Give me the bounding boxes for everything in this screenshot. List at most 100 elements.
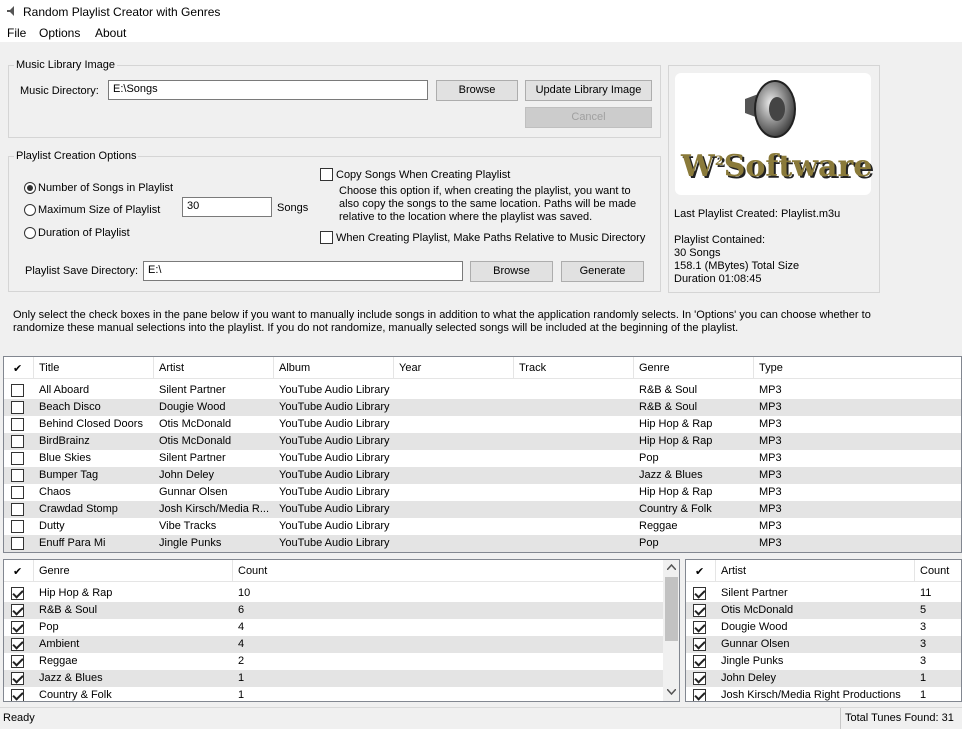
genres-header-genre[interactable]: Genre	[39, 565, 70, 577]
table-row[interactable]: Otis McDonald 5	[686, 602, 961, 619]
save-browse-button[interactable]: Browse	[470, 261, 553, 282]
genres-list[interactable]: ✔ Genre Count Hip Hop & Rap 10 R&B & Soul 6…	[3, 559, 680, 702]
songs-header-album[interactable]: Album	[279, 362, 310, 374]
table-row[interactable]: Blue Skies Silent Partner YouTube Audio Li…	[4, 450, 961, 467]
cell-genre: Hip Hop & Rap	[639, 418, 713, 430]
row-checkbox[interactable]	[693, 621, 706, 634]
cell-name: John Deley	[721, 672, 777, 684]
generate-button[interactable]: Generate	[561, 261, 644, 282]
table-row[interactable]: Josh Kirsch/Media Right Productions 1	[686, 687, 961, 701]
table-row[interactable]: Crawdad Stomp Josh Kirsch/Media R... YouTu…	[4, 501, 961, 518]
copy-desc-line2: also copy the songs to the same location…	[339, 198, 637, 210]
music-library-group-label: Music Library Image	[14, 59, 118, 71]
cell-artist: Otis McDonald	[159, 418, 232, 430]
artists-header-artist[interactable]: Artist	[721, 565, 746, 577]
table-row[interactable]: Enuff Para Mi Jingle Punks YouTube Audio L…	[4, 535, 961, 552]
artists-header-check[interactable]: ✔	[695, 565, 704, 578]
row-checkbox[interactable]	[11, 604, 24, 617]
row-checkbox[interactable]	[11, 537, 24, 550]
row-checkbox[interactable]	[693, 604, 706, 617]
menu-options[interactable]: Options	[39, 26, 80, 40]
songs-header-genre[interactable]: Genre	[639, 362, 670, 374]
library-browse-button[interactable]: Browse	[436, 80, 518, 101]
music-directory-input[interactable]: E:\Songs	[108, 80, 428, 100]
relative-paths-checkbox[interactable]	[320, 231, 333, 244]
app-icon	[7, 6, 14, 16]
cancel-button[interactable]: Cancel	[525, 107, 652, 128]
songs-header-track[interactable]: Track	[519, 362, 546, 374]
music-directory-label: Music Directory:	[20, 85, 99, 97]
table-row[interactable]: Pop 4	[4, 619, 679, 636]
row-checkbox[interactable]	[11, 621, 24, 634]
table-row[interactable]: All Aboard Silent Partner YouTube Audio Li…	[4, 382, 961, 399]
row-checkbox[interactable]	[693, 655, 706, 668]
radio-max-size[interactable]	[24, 204, 36, 216]
table-row[interactable]: Reggae 2	[4, 653, 679, 670]
table-row[interactable]: Jazz & Blues 1	[4, 670, 679, 687]
row-checkbox[interactable]	[693, 689, 706, 701]
radio-duration[interactable]	[24, 227, 36, 239]
copy-songs-checkbox[interactable]	[320, 168, 333, 181]
row-checkbox[interactable]	[11, 587, 24, 600]
genres-scroll-thumb[interactable]	[665, 577, 678, 641]
songs-header-type[interactable]: Type	[759, 362, 783, 374]
table-row[interactable]: Silent Partner 11	[686, 585, 961, 602]
menu-about[interactable]: About	[95, 26, 126, 40]
row-checkbox[interactable]	[693, 638, 706, 651]
cell-name: Josh Kirsch/Media Right Productions	[721, 689, 901, 701]
table-row[interactable]: Dutty Vibe Tracks YouTube Audio Library Reg…	[4, 518, 961, 535]
cell-artist: Silent Partner	[159, 452, 226, 464]
table-row[interactable]: Dougie Wood 3	[686, 619, 961, 636]
artists-list[interactable]: ✔ Artist Count Silent Partner 11 Otis McDo…	[685, 559, 962, 702]
genres-header-count[interactable]: Count	[238, 565, 267, 577]
table-row[interactable]: Hip Hop & Rap 10	[4, 585, 679, 602]
cell-type: MP3	[759, 537, 782, 549]
save-directory-input[interactable]: E:\	[143, 261, 463, 281]
cell-count: 1	[920, 672, 927, 684]
table-row[interactable]: Bumper Tag John Deley YouTube Audio Librar…	[4, 467, 961, 484]
scroll-up-icon[interactable]	[667, 564, 676, 570]
row-checkbox[interactable]	[11, 486, 24, 499]
songs-list[interactable]: ✔ Title Artist Album Year Track Genre Ty…	[3, 356, 962, 553]
row-checkbox[interactable]	[11, 384, 24, 397]
songs-header-year[interactable]: Year	[399, 362, 421, 374]
table-row[interactable]: Chaos Gunnar Olsen YouTube Audio Library Hi…	[4, 484, 961, 501]
table-row[interactable]: R&B & Soul 6	[4, 602, 679, 619]
row-checkbox[interactable]	[11, 469, 24, 482]
genres-header-check[interactable]: ✔	[13, 565, 22, 578]
row-checkbox[interactable]	[11, 452, 24, 465]
table-row[interactable]: Ambient 4	[4, 636, 679, 653]
logo-text: Software	[723, 149, 873, 184]
playlist-song-count: 30 Songs	[674, 247, 721, 259]
menu-file[interactable]: File	[7, 26, 26, 40]
row-checkbox[interactable]	[11, 435, 24, 448]
table-row[interactable]: Behind Closed Doors Otis McDonald YouTube …	[4, 416, 961, 433]
table-row[interactable]: BirdBrainz Otis McDonald YouTube Audio Lib…	[4, 433, 961, 450]
songs-header-title[interactable]: Title	[39, 362, 59, 374]
song-count-input[interactable]: 30	[182, 197, 272, 217]
songs-header-artist[interactable]: Artist	[159, 362, 184, 374]
row-checkbox[interactable]	[11, 401, 24, 414]
row-checkbox[interactable]	[11, 672, 24, 685]
table-row[interactable]: Gunnar Olsen 3	[686, 636, 961, 653]
row-checkbox[interactable]	[693, 587, 706, 600]
table-row[interactable]: Country & Folk 1	[4, 687, 679, 701]
row-checkbox[interactable]	[11, 418, 24, 431]
genres-scrollbar[interactable]	[663, 560, 679, 701]
table-row[interactable]: Jingle Punks 3	[686, 653, 961, 670]
update-library-button[interactable]: Update Library Image	[525, 80, 652, 101]
row-checkbox[interactable]	[11, 689, 24, 701]
row-checkbox[interactable]	[11, 655, 24, 668]
radio-number-of-songs[interactable]	[24, 182, 36, 194]
row-checkbox[interactable]	[11, 638, 24, 651]
row-checkbox[interactable]	[693, 672, 706, 685]
row-checkbox[interactable]	[11, 520, 24, 533]
cell-type: MP3	[759, 469, 782, 481]
artists-header-count[interactable]: Count	[920, 565, 949, 577]
table-row[interactable]: Beach Disco Dougie Wood YouTube Audio Libr…	[4, 399, 961, 416]
scroll-down-icon[interactable]	[667, 689, 676, 695]
cell-name: Otis McDonald	[721, 604, 794, 616]
songs-header-check[interactable]: ✔	[13, 362, 22, 375]
table-row[interactable]: John Deley 1	[686, 670, 961, 687]
row-checkbox[interactable]	[11, 503, 24, 516]
